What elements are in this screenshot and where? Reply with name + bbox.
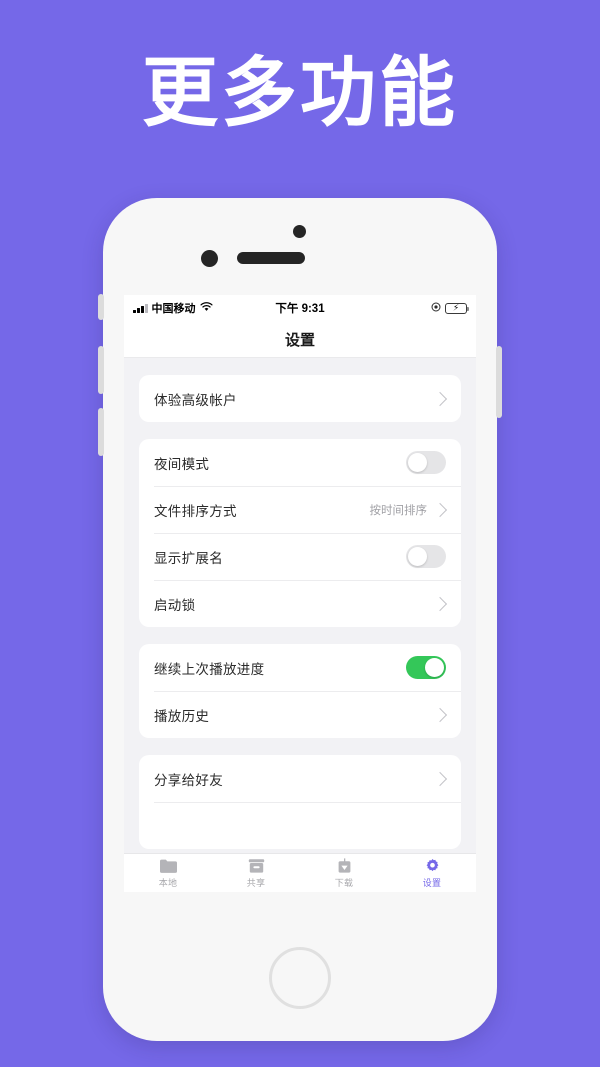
row-accessory [432,391,448,406]
settings-group-general: 夜间模式 文件排序方式 按时间排序 显示扩展名 启动锁 [139,439,461,627]
row-value: 按时间排序 [369,504,428,517]
chevron-right-icon [432,391,448,406]
download-icon [335,857,354,874]
settings-row-launch-lock[interactable]: 启动锁 [139,580,461,627]
row-label: 夜间模式 [154,456,210,472]
volume-up-button[interactable] [98,346,104,394]
row-label: 分享给好友 [154,772,223,788]
tab-shared[interactable]: 共享 [212,854,300,892]
tab-label: 本地 [158,877,178,888]
row-label: 启动锁 [154,597,196,613]
row-accessory [406,451,446,474]
tab-settings[interactable]: 设置 [388,854,476,892]
archive-box-icon [247,858,266,874]
settings-row-premium-account[interactable]: 体验高级帐户 [139,375,461,422]
folder-icon [159,858,178,874]
night-mode-toggle[interactable] [406,451,446,474]
tab-downloads[interactable]: 下载 [300,854,388,892]
settings-group-share: 分享给好友 [139,755,461,849]
mute-switch-button[interactable] [98,294,104,320]
status-bar-right: ⚡ [431,302,469,315]
location-icon [431,302,441,315]
settings-row-share-friends[interactable]: 分享给好友 [139,755,461,802]
tab-label: 设置 [422,877,442,888]
tab-local[interactable]: 本地 [124,854,212,892]
carrier-label: 中国移动 [151,303,196,315]
earpiece-speaker [237,252,305,264]
settings-row-play-history[interactable]: 播放历史 [139,691,461,738]
tab-bar[interactable]: 本地 共享 下载 设置 [124,853,476,892]
settings-group-playback: 继续上次播放进度 播放历史 [139,644,461,738]
row-accessory [432,596,448,611]
settings-row-resume-playback[interactable]: 继续上次播放进度 [139,644,461,691]
row-accessory [432,707,448,722]
settings-group-account: 体验高级帐户 [139,375,461,422]
chevron-right-icon [432,596,448,611]
row-accessory [406,656,446,679]
volume-down-button[interactable] [98,408,104,456]
phone-screen: 中国移动 下午 9:31 ⚡ 设置 体验高级帐户 夜间模式 文件排序方式 按时间… [124,295,476,892]
chevron-right-icon [432,502,448,517]
navbar: 设置 [124,321,476,358]
wifi-icon [199,301,213,315]
row-label: 继续上次播放进度 [154,661,265,677]
row-label: 显示扩展名 [154,550,223,566]
settings-row-show-extensions[interactable]: 显示扩展名 [139,533,461,580]
signal-bars-icon [133,303,148,313]
row-label: 体验高级帐户 [154,392,237,408]
power-button[interactable] [496,346,502,418]
row-label: 文件排序方式 [154,503,237,519]
status-bar: 中国移动 下午 9:31 ⚡ [124,295,476,321]
battery-charging-icon: ⚡ [445,302,469,314]
phone-mockup: 中国移动 下午 9:31 ⚡ 设置 体验高级帐户 夜间模式 文件排序方式 按时间… [98,198,502,1041]
chevron-right-icon [432,707,448,722]
home-button[interactable] [269,947,331,1009]
poster-canvas: 更多功能 中国移动 下午 9:31 ⚡ 设置 体验高级帐户 夜间模式 文件排序方… [0,0,600,1067]
tab-label: 共享 [246,877,266,888]
row-accessory [432,771,448,786]
page-title: 更多功能 [142,51,458,136]
row-accessory [406,545,446,568]
settings-row-placeholder [139,802,461,849]
status-bar-left: 中国移动 [133,300,213,316]
navbar-title: 设置 [284,331,315,349]
settings-list[interactable]: 体验高级帐户 夜间模式 文件排序方式 按时间排序 显示扩展名 启动锁 继续上次播… [124,358,476,854]
settings-row-file-sort[interactable]: 文件排序方式 按时间排序 [139,486,461,533]
chevron-right-icon [432,771,448,786]
row-accessory: 按时间排序 [369,502,448,518]
front-camera-icon [293,225,306,238]
settings-row-night-mode[interactable]: 夜间模式 [139,439,461,486]
show-extensions-toggle[interactable] [406,545,446,568]
tab-label: 下载 [334,877,354,888]
gear-icon [423,858,442,874]
resume-playback-toggle[interactable] [406,656,446,679]
proximity-sensor-icon [201,250,218,267]
row-label: 播放历史 [154,708,210,724]
